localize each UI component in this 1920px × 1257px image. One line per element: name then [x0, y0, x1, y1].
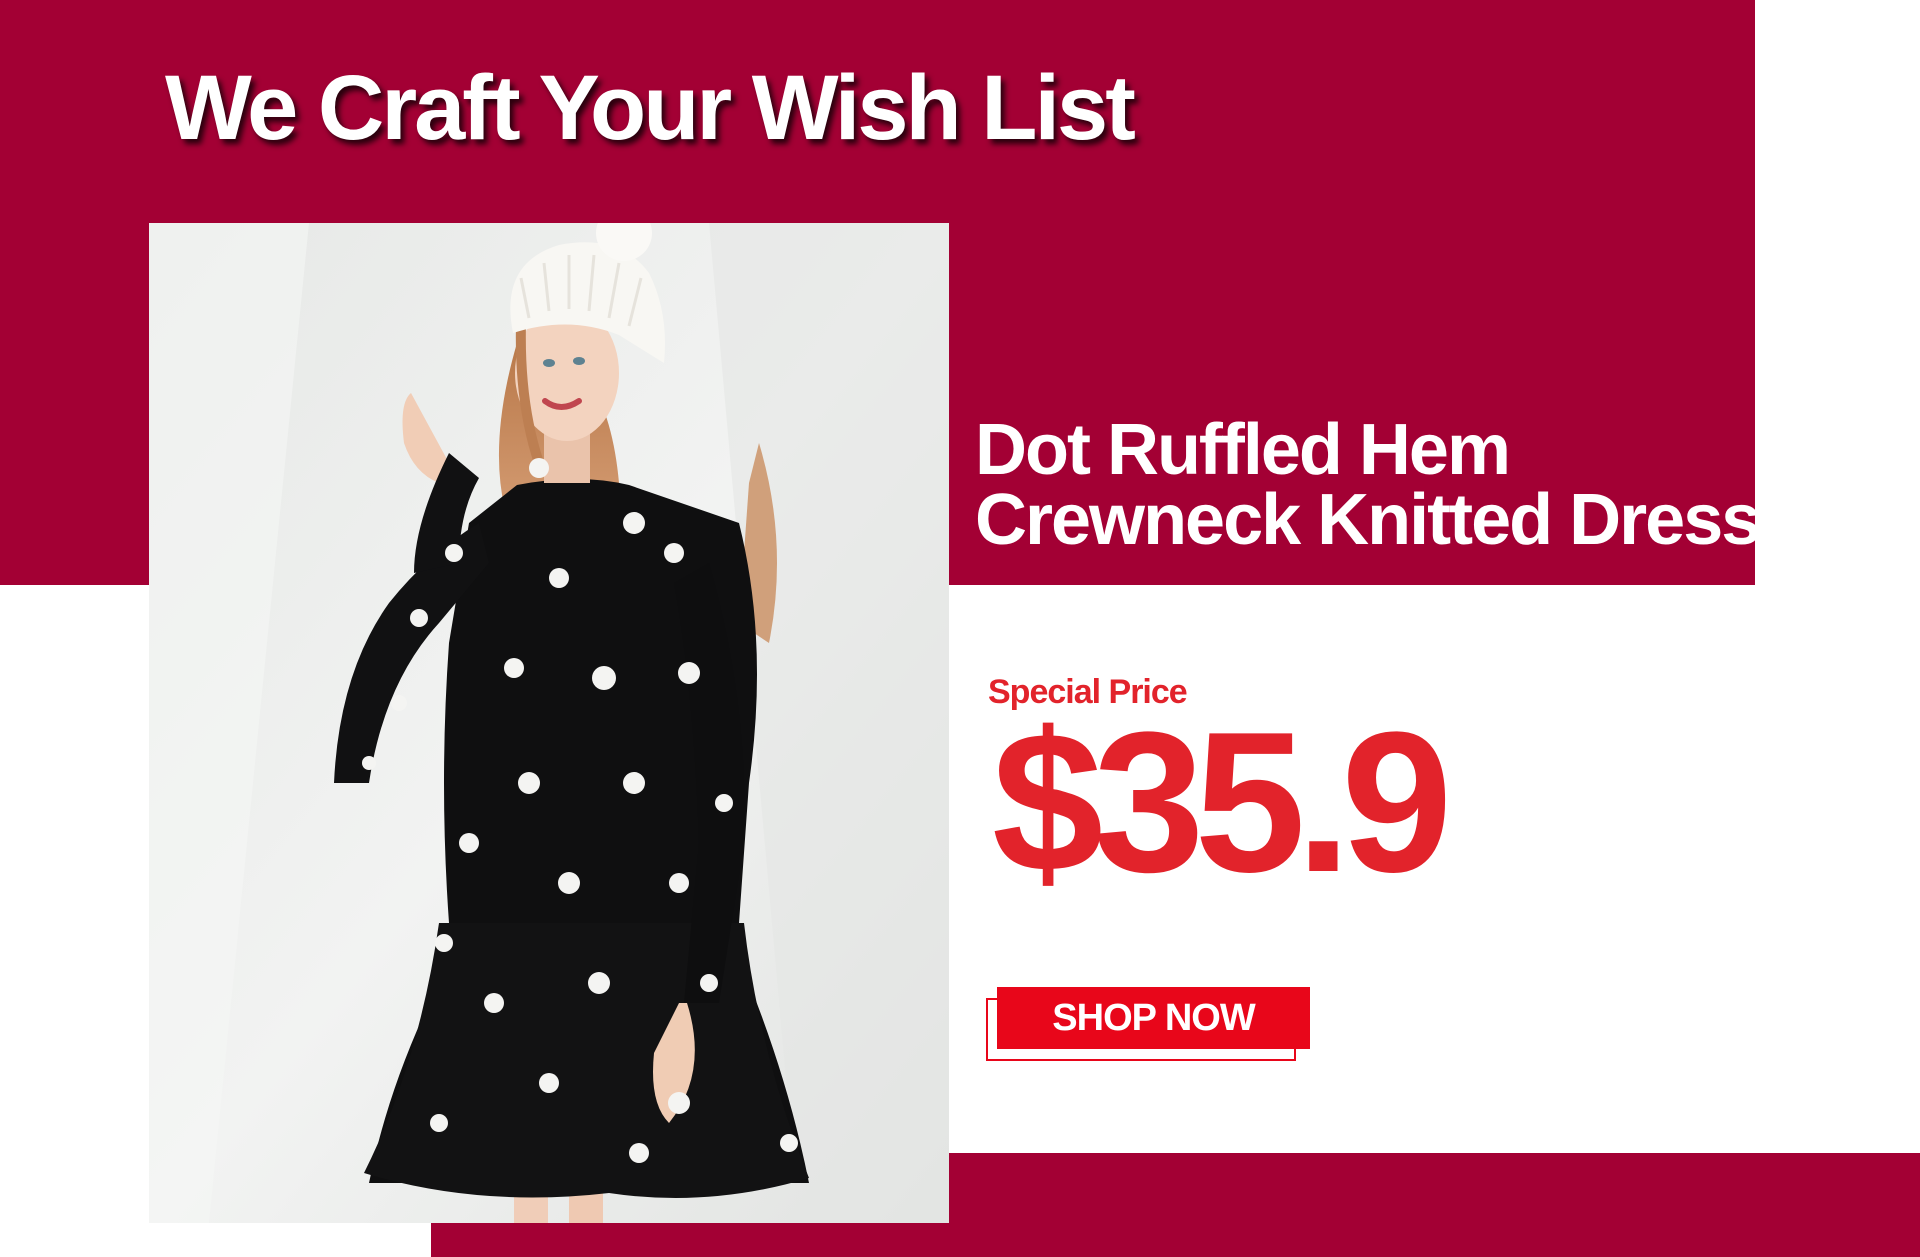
shop-now-button[interactable]: SHOP NOW [997, 987, 1310, 1049]
product-name-line-1: Dot Ruffled Hem [975, 410, 1511, 490]
model-image [149, 223, 949, 1223]
product-name[interactable]: Dot Ruffled Hem Crewneck Knitted Dress [975, 410, 1761, 560]
product-name-line-2: Crewneck Knitted Dress [975, 480, 1761, 560]
product-photo[interactable] [149, 223, 949, 1223]
price-value: $35.9 [992, 691, 1452, 914]
banner-headline: We Craft Your Wish List [165, 57, 1136, 159]
